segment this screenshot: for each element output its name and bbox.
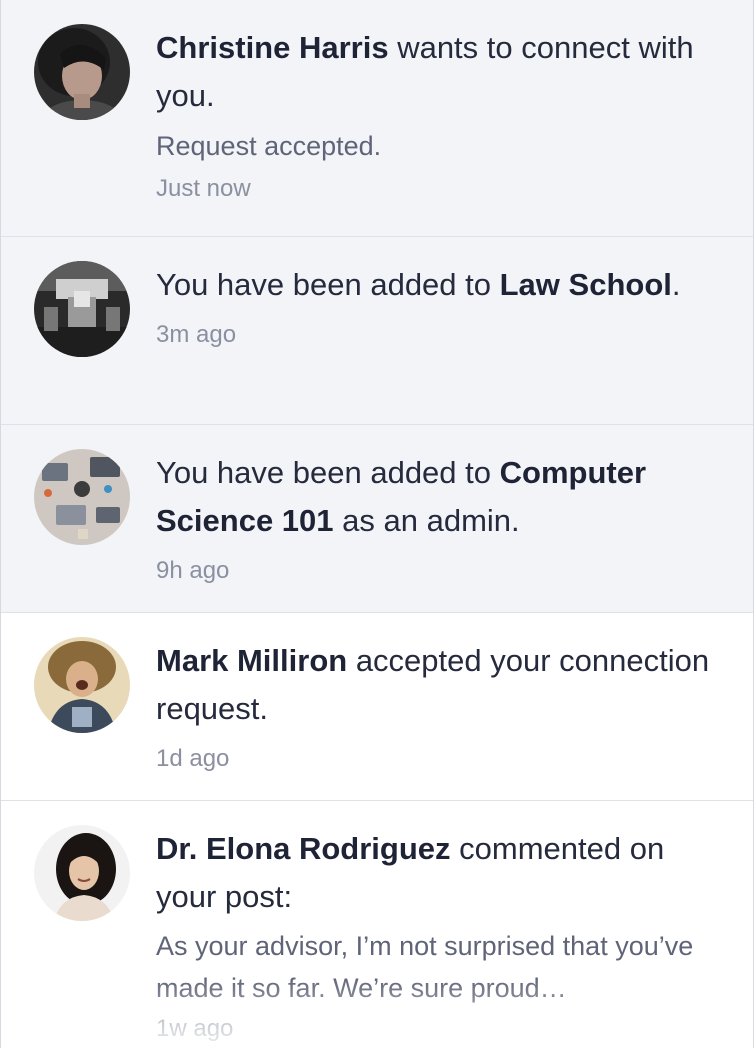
avatar-christine-harris[interactable] (34, 24, 130, 120)
avatar-law-school[interactable] (34, 261, 130, 357)
actor-name[interactable]: Mark Milliron (156, 643, 347, 678)
message-suffix: as an admin. (333, 503, 520, 538)
notification-list: Christine Harris wants to connect with y… (1, 0, 753, 1048)
notification-item-group-added-law[interactable]: You have been added to Law School. 3m ag… (1, 237, 753, 425)
timestamp: 9h ago (156, 557, 230, 584)
actor-name[interactable]: Dr. Elona Rodriguez (156, 831, 451, 866)
notification-item-connect-request[interactable]: Christine Harris wants to connect with y… (1, 0, 753, 237)
notification-item-comment[interactable]: Dr. Elona Rodriguez commented on your po… (1, 801, 753, 1048)
message-suffix: . (671, 267, 681, 302)
timestamp: Just now (156, 175, 251, 202)
avatar-elona-rodriguez[interactable] (34, 825, 130, 921)
notification-message: You have been added to Law School. (156, 261, 717, 309)
message-text: You have been added to (156, 267, 500, 302)
notification-message: You have been added to Computer Science … (156, 449, 717, 545)
notifications-screen: Christine Harris wants to connect with y… (0, 0, 754, 1048)
notification-message: Christine Harris wants to connect with y… (156, 24, 717, 120)
message-text: You have been added to (156, 455, 500, 490)
avatar-computer-science[interactable] (34, 449, 130, 545)
group-name[interactable]: Law School (500, 267, 672, 302)
request-status: Request accepted. (156, 131, 382, 161)
comment-preview: As your advisor, I’m not surprised that … (156, 931, 694, 1003)
notification-message: Dr. Elona Rodriguez commented on your po… (156, 825, 717, 921)
notification-message: Mark Milliron accepted your connection r… (156, 637, 717, 733)
timestamp: 1w ago (156, 1015, 234, 1042)
avatar-mark-milliron[interactable] (34, 637, 130, 733)
notification-item-connection-accepted[interactable]: Mark Milliron accepted your connection r… (1, 613, 753, 801)
timestamp: 3m ago (156, 321, 237, 348)
actor-name[interactable]: Christine Harris (156, 30, 389, 65)
notification-item-group-added-cs[interactable]: You have been added to Computer Science … (1, 425, 753, 613)
timestamp: 1d ago (156, 745, 230, 772)
